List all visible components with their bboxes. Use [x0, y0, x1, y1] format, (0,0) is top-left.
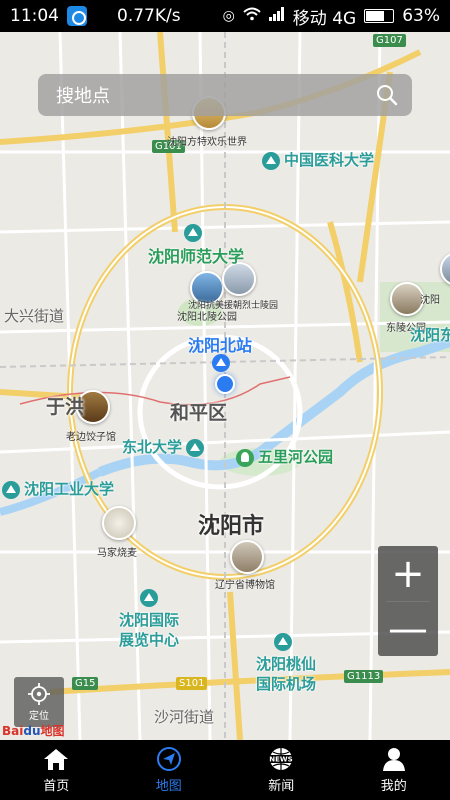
- current-location-marker: [215, 374, 235, 394]
- poi-photo-dongling[interactable]: [390, 282, 424, 316]
- tab-news[interactable]: NEWS 新闻: [225, 740, 338, 800]
- tab-home-label: 首页: [43, 779, 70, 794]
- search-input[interactable]: 搜地点: [56, 82, 376, 108]
- baidu-logo: Baidu地图: [2, 722, 65, 739]
- baidu-logo-part: 地图: [40, 724, 65, 738]
- wifi-icon: [243, 7, 261, 25]
- svg-text:NEWS: NEWS: [270, 756, 293, 764]
- status-time: 11:04: [10, 6, 59, 26]
- locate-button[interactable]: 定位: [14, 677, 64, 727]
- status-bar: 11:04 0.77K/s ◎ 移动 4G 63%: [0, 0, 450, 32]
- poi-label-majia: 马家烧麦: [97, 548, 137, 559]
- poi-northeastern-university[interactable]: 东北大学: [122, 436, 208, 457]
- poi-label-northeastern-university: 东北大学: [122, 438, 183, 456]
- poi-airport[interactable]: [274, 632, 296, 651]
- poi-label-normal-university: 沈阳师范大学: [148, 247, 245, 266]
- area-yuhong: 于洪: [46, 396, 85, 418]
- poi-wulihe-park[interactable]: 五里河公园: [236, 446, 333, 467]
- city-shenyang: 沈阳市: [198, 514, 265, 539]
- poi-shiyan-university[interactable]: [184, 223, 206, 242]
- zoom-divider: [386, 601, 430, 602]
- tab-map[interactable]: 地图: [113, 740, 226, 800]
- tab-profile-label: 我的: [380, 779, 407, 794]
- poi-label-laobian: 老边饺子馆: [66, 432, 116, 443]
- poi-label-north-station: 沈阳北站: [188, 336, 253, 355]
- baidu-logo-part: du: [23, 724, 41, 738]
- poi-label-airport: 沈阳桃仙国际机场: [255, 655, 316, 693]
- battery-icon: [364, 9, 395, 23]
- sync-icon: ◎: [222, 8, 235, 24]
- poi-photo-majia[interactable]: [102, 506, 136, 540]
- signal-icon: [268, 7, 285, 25]
- network-speed: 0.77K/s: [117, 6, 181, 26]
- poi-label-wulihe-park: 五里河公园: [258, 448, 334, 466]
- poi-label-expo-center: 沈阳国际展览中心: [118, 611, 179, 649]
- poi-label-fangte: 沈阳方特欢乐世界: [167, 137, 247, 148]
- poi-photo-martyrs[interactable]: [222, 262, 256, 296]
- poi-label-edge: 沈阳: [420, 295, 440, 306]
- area-daxing: 大兴街道: [4, 307, 65, 325]
- tab-news-label: 新闻: [268, 779, 295, 794]
- graduation-cap-icon: [186, 438, 205, 457]
- news-icon: NEWS: [265, 746, 297, 772]
- graduation-cap-icon: [262, 151, 280, 170]
- road-shield-s101: S101: [176, 677, 208, 690]
- poi-label-medical-university: 中国医科大学: [284, 151, 375, 169]
- app-notification-icon: [67, 6, 87, 26]
- home-icon: [43, 746, 69, 772]
- tree-icon: [236, 448, 254, 467]
- tab-home[interactable]: 首页: [0, 740, 113, 800]
- road-shield-g107: G107: [373, 34, 406, 47]
- user-icon: [382, 746, 406, 772]
- building-icon: [140, 588, 158, 607]
- poi-label-industrial-university: 沈阳工业大学: [24, 480, 115, 498]
- search-bar[interactable]: 搜地点: [38, 74, 412, 116]
- crosshair-icon: [28, 682, 50, 705]
- map-view[interactable]: G101 G107 G15 S101 G1113 沈阳方特欢乐世界 沈阳抗美援朝…: [0, 32, 450, 740]
- graduation-cap-icon: [2, 480, 20, 499]
- district-heping: 和平区: [170, 402, 228, 424]
- poi-label-beiling: 沈阳北陵公园: [177, 312, 237, 323]
- zoom-in-button[interactable]: +: [378, 546, 438, 601]
- poi-medical-university[interactable]: 中国医科大学: [262, 149, 374, 170]
- zoom-control: + —: [378, 546, 438, 656]
- poi-photo-museum[interactable]: [230, 540, 264, 574]
- poi-label-museum: 辽宁省博物馆: [215, 580, 275, 591]
- road-shield-g15: G15: [72, 677, 99, 690]
- battery-percent: 63%: [402, 6, 440, 26]
- locate-label: 定位: [29, 710, 49, 722]
- baidu-logo-part: Bai: [2, 724, 24, 738]
- tab-profile[interactable]: 我的: [338, 740, 450, 800]
- carrier: 移动 4G: [292, 8, 357, 29]
- airplane-icon: [274, 632, 292, 651]
- area-shahe: 沙河街道: [154, 708, 215, 726]
- poi-industrial-university[interactable]: 沈阳工业大学: [2, 478, 114, 499]
- road-shield-g1113: G1113: [344, 670, 384, 683]
- compass-icon: [156, 746, 182, 772]
- search-icon[interactable]: [376, 84, 398, 106]
- poi-expo-center[interactable]: [140, 588, 162, 607]
- zoom-out-button[interactable]: —: [378, 601, 438, 656]
- area-shenyang-east: 沈阳东: [410, 326, 450, 344]
- tab-map-label: 地图: [155, 779, 182, 794]
- bottom-navigation: 首页 地图 NEWS 新闻 我的: [0, 740, 450, 800]
- graduation-cap-icon: [184, 223, 202, 242]
